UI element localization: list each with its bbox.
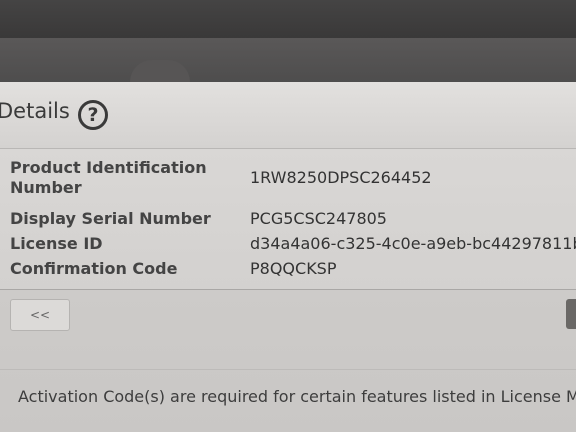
footer-divider	[0, 369, 576, 370]
display-serial-label: Display Serial Number	[10, 209, 211, 228]
top-strip-tab	[130, 60, 190, 82]
product-id-value: 1RW8250DPSC264452	[250, 168, 432, 187]
confirmation-code-value: P8QQCKSP	[250, 259, 337, 278]
app-window: Details ? Product Identification Number …	[0, 82, 576, 432]
license-id-value: d34a4a06-c325-4c0e-a9eb-bc44297811b2	[250, 234, 576, 253]
help-icon[interactable]: ?	[78, 100, 108, 130]
next-button-edge[interactable]	[566, 299, 576, 329]
display-serial-value: PCG5CSC247805	[250, 209, 387, 228]
activation-notice: Activation Code(s) are required for cert…	[18, 387, 576, 406]
back-button[interactable]: <<	[10, 299, 70, 331]
top-strip	[0, 38, 576, 82]
details-panel: Product Identification Number 1RW8250DPS…	[0, 149, 576, 290]
page-title: Details	[0, 99, 70, 123]
confirmation-code-label: Confirmation Code	[10, 259, 178, 278]
product-id-label: Product Identification Number	[10, 158, 207, 197]
license-id-label: License ID	[10, 234, 103, 253]
title-bar: Details ?	[0, 82, 576, 149]
